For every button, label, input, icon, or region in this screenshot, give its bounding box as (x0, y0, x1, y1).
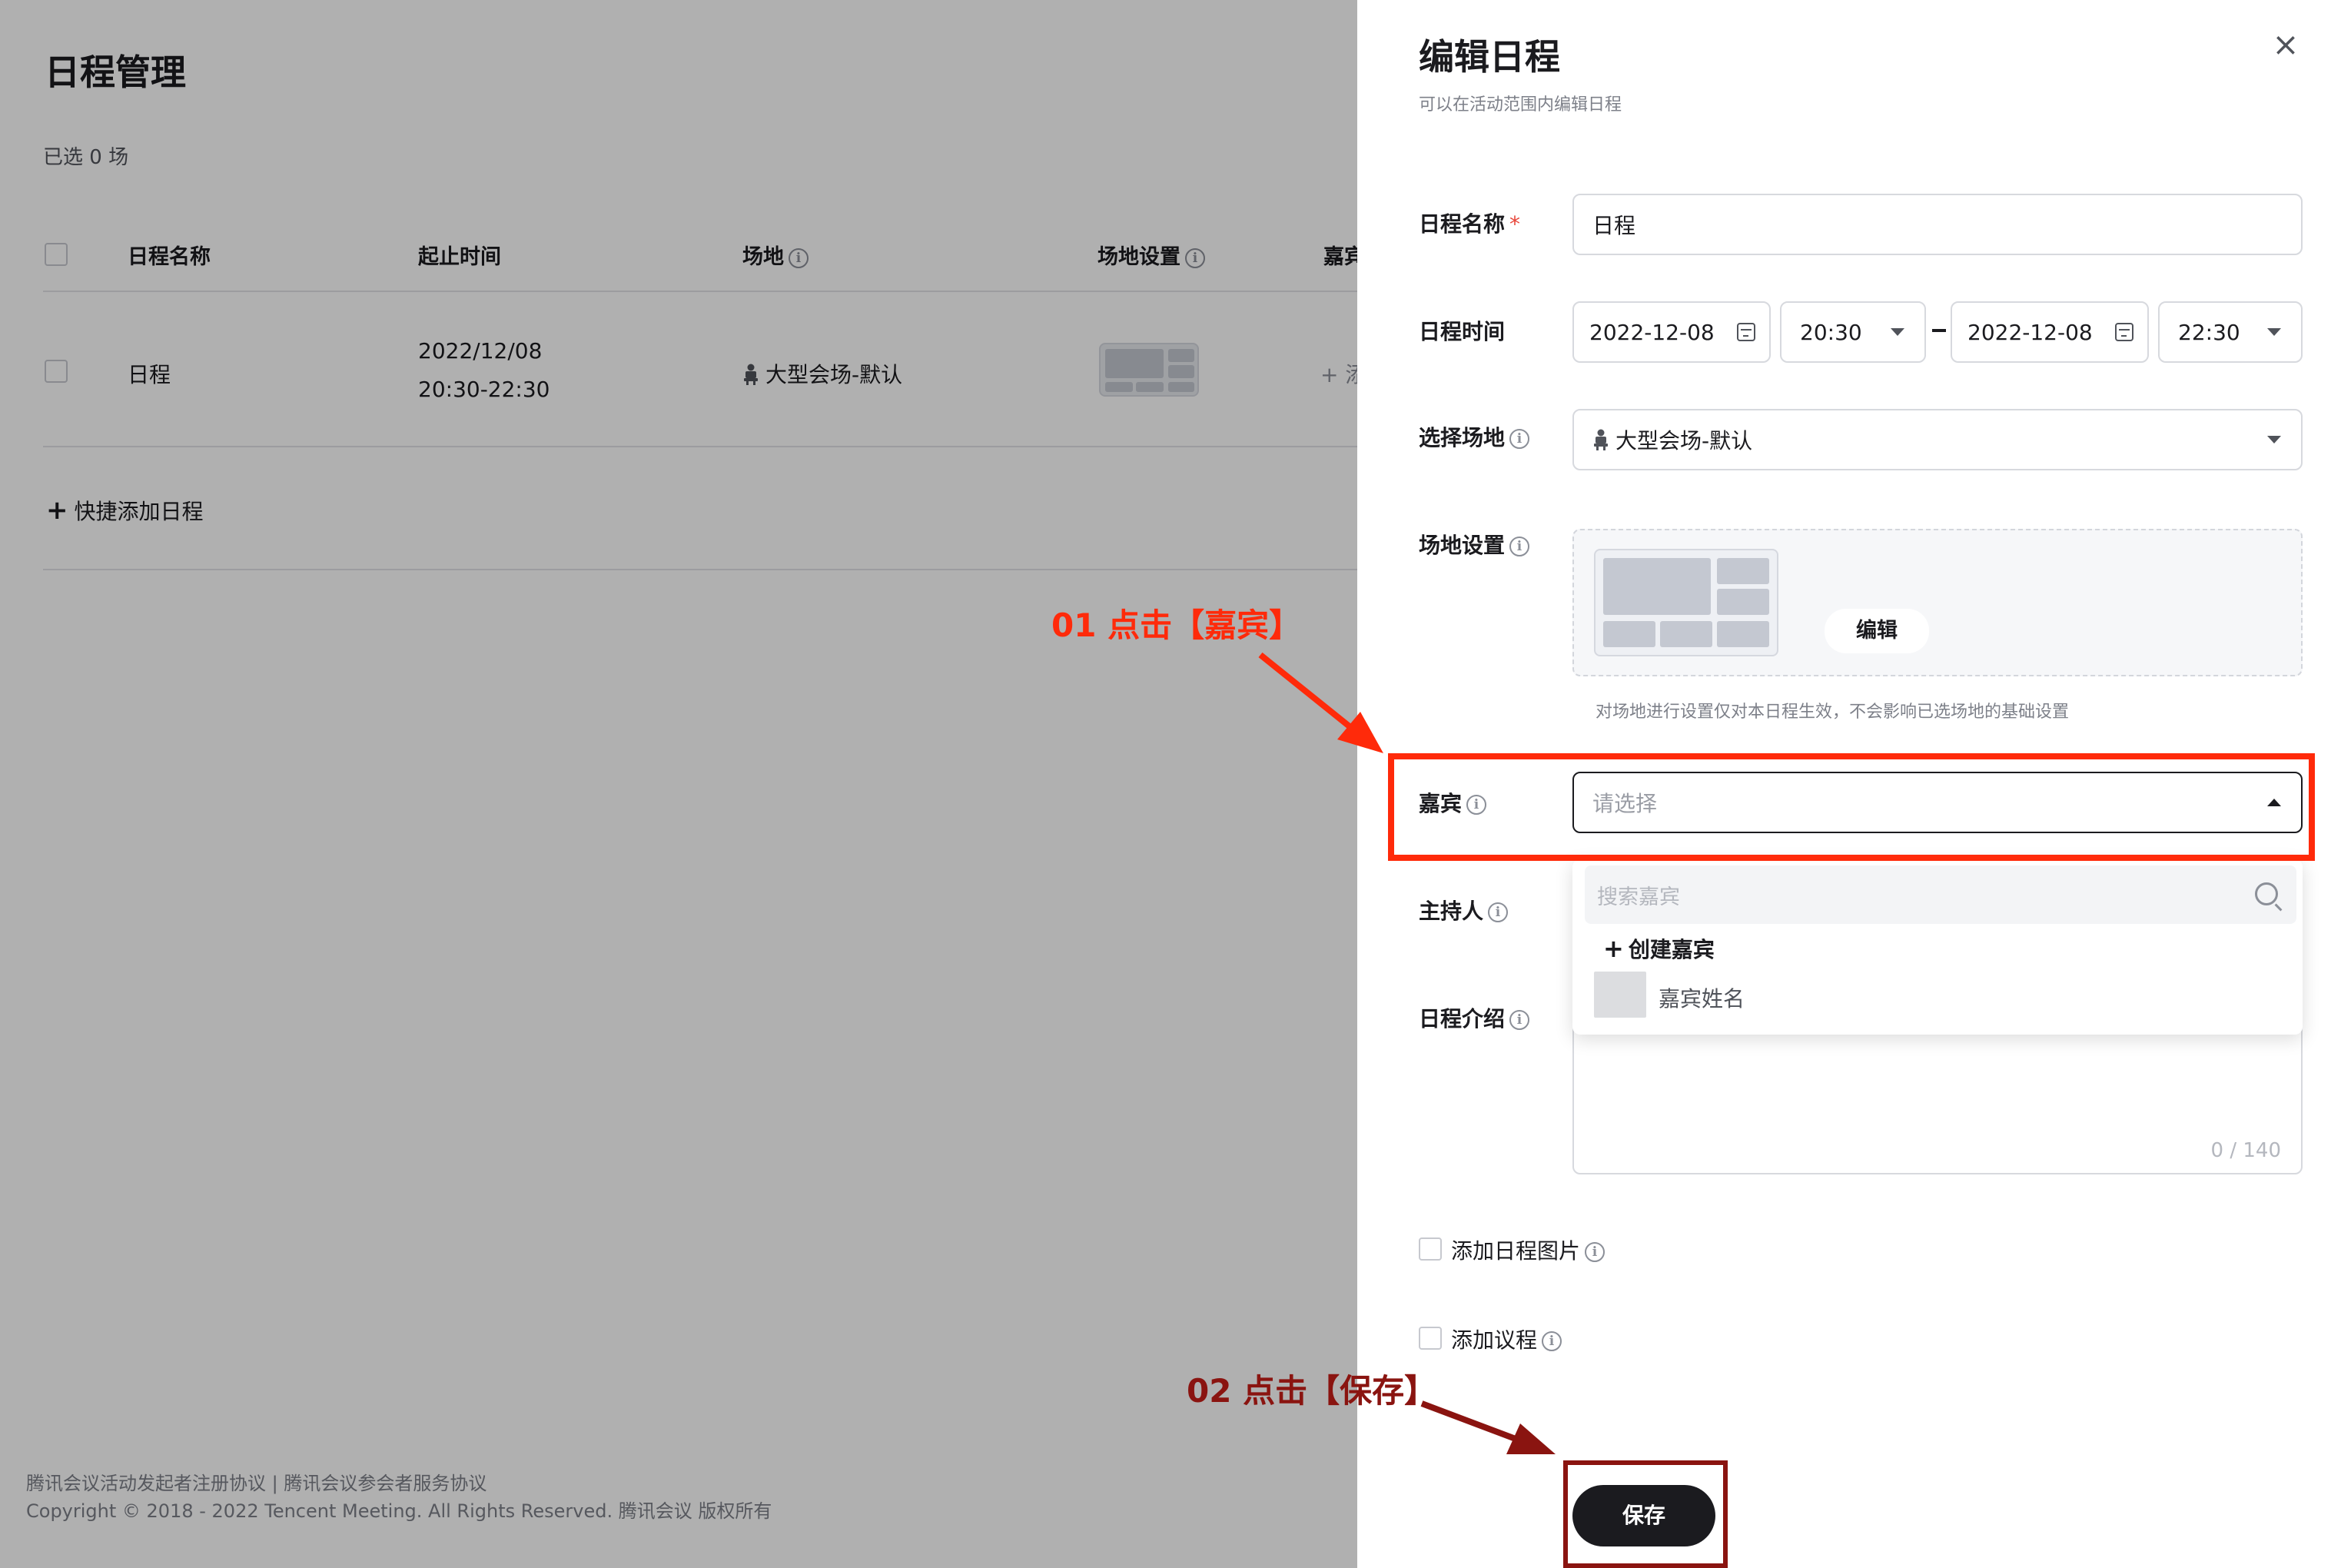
venue-layout-thumbnail (1594, 549, 1778, 656)
close-icon[interactable]: × (2269, 28, 2303, 61)
plus-icon: + (1603, 934, 1624, 963)
chevron-down-icon (1891, 328, 1904, 336)
step1-highlight-box (1388, 753, 2315, 861)
search-icon (2255, 882, 2278, 905)
field-label-host: 主持人 i (1419, 895, 1509, 925)
info-icon[interactable]: i (1509, 1010, 1530, 1030)
end-time-select[interactable]: 22:30 (2158, 301, 2303, 363)
field-label-intro: 日程介绍 i (1419, 1002, 1530, 1033)
venue-select[interactable]: 大型会场-默认 (1572, 409, 2303, 470)
field-label-venue-settings: 场地设置 i (1419, 529, 1530, 560)
start-date-picker[interactable]: 2022-12-08 (1572, 301, 1771, 363)
chevron-down-icon (2267, 436, 2281, 443)
add-image-checkbox[interactable] (1419, 1237, 1442, 1261)
edit-venue-settings-button[interactable]: 编辑 (1825, 609, 1929, 653)
step1-annotation: 01 点击【嘉宾】 (1051, 606, 1302, 644)
guest-option-name: 嘉宾姓名 (1659, 986, 1745, 1012)
step2-annotation: 02 点击【保存】 (1187, 1372, 1437, 1410)
field-label-schedule-name: 日程名称 * (1419, 211, 1521, 237)
info-icon[interactable]: i (1585, 1242, 1605, 1262)
avatar (1594, 972, 1646, 1018)
add-image-label: 添加日程图片 i (1451, 1234, 1605, 1265)
char-counter: 0 / 140 (2210, 1139, 2281, 1162)
add-agenda-label: 添加议程 i (1451, 1324, 1562, 1354)
start-time-select[interactable]: 20:30 (1780, 301, 1926, 363)
time-range-separator (1932, 329, 1946, 332)
info-icon[interactable]: i (1542, 1331, 1562, 1351)
step2-highlight-box (1563, 1460, 1728, 1568)
end-date-picker[interactable]: 2022-12-08 (1951, 301, 2149, 363)
seat-icon (1594, 429, 1608, 450)
info-icon[interactable]: i (1509, 537, 1530, 556)
venue-settings-hint: 对场地进行设置仅对本日程生效，不会影响已选场地的基础设置 (1596, 703, 2070, 722)
drawer-subtitle: 可以在活动范围内编辑日程 (1419, 95, 1622, 115)
info-icon[interactable]: i (1488, 902, 1509, 922)
modal-overlay[interactable] (0, 0, 1357, 1568)
guest-dropdown-menu: 搜索嘉宾 + 创建嘉宾 嘉宾姓名 (1572, 859, 2303, 1035)
chevron-down-icon (2267, 328, 2281, 336)
field-label-schedule-time: 日程时间 (1419, 319, 1506, 344)
info-icon[interactable]: i (1509, 429, 1530, 449)
calendar-icon (1737, 323, 1755, 341)
calendar-icon (2115, 323, 2133, 341)
add-agenda-checkbox[interactable] (1419, 1327, 1442, 1350)
intro-textarea[interactable]: 0 / 140 (1572, 1022, 2303, 1174)
field-label-venue: 选择场地 i (1419, 421, 1530, 452)
guest-search-input[interactable]: 搜索嘉宾 (1585, 865, 2296, 924)
drawer-title: 编辑日程 (1419, 36, 1560, 78)
schedule-name-input[interactable]: 日程 (1572, 194, 2303, 255)
create-guest-option[interactable]: + 创建嘉宾 (1603, 933, 1715, 964)
required-mark: * (1509, 211, 1521, 237)
